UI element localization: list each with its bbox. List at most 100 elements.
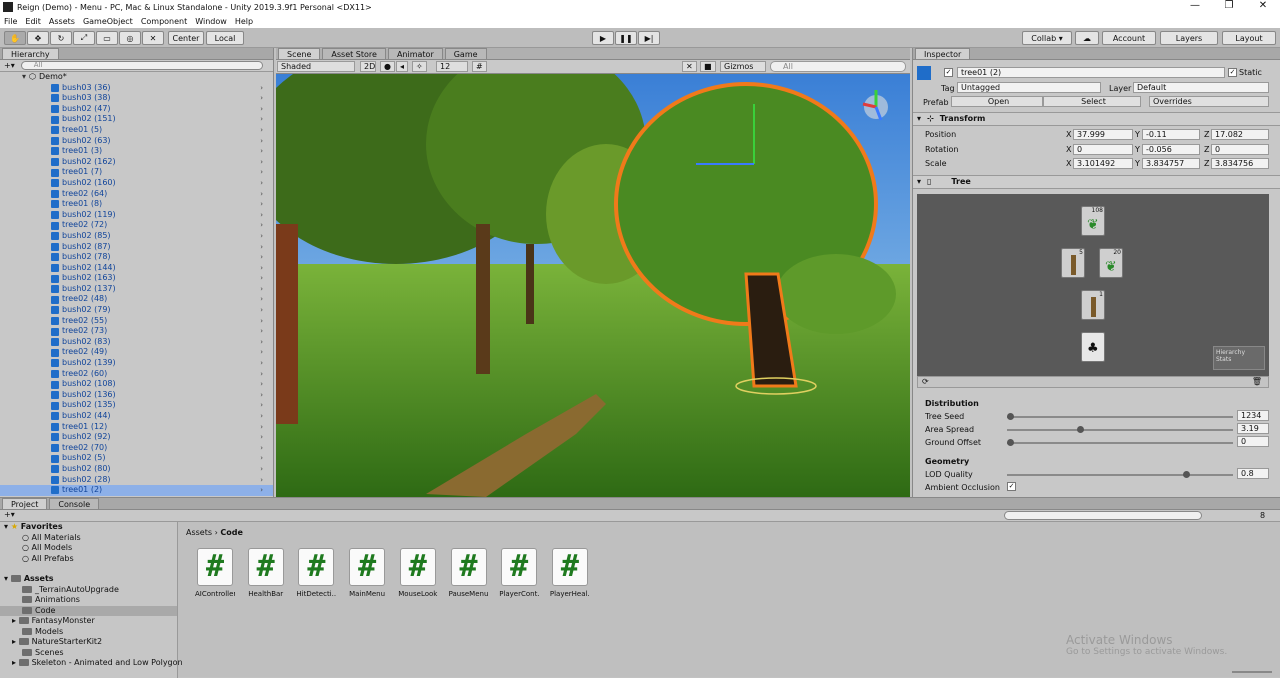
hierarchy-item[interactable]: bush03 (36) ›: [0, 83, 273, 94]
open-prefab-icon[interactable]: ›: [260, 178, 263, 189]
hierarchy-item[interactable]: bush02 (135) ›: [0, 400, 273, 411]
collab-button[interactable]: Collab ▾: [1022, 31, 1072, 45]
scene-viewport[interactable]: [276, 74, 910, 497]
open-prefab-icon[interactable]: ›: [260, 125, 263, 136]
hierarchy-search-input[interactable]: All: [20, 61, 263, 70]
hierarchy-item[interactable]: bush02 (44) ›: [0, 411, 273, 422]
open-prefab-icon[interactable]: ›: [260, 464, 263, 475]
menu-assets[interactable]: Assets: [45, 17, 79, 26]
open-prefab-icon[interactable]: ›: [260, 294, 263, 305]
tab-inspector[interactable]: Inspector: [915, 48, 971, 59]
collapse-icon[interactable]: ▾: [22, 72, 26, 83]
delete-icon[interactable]: 🗑: [1252, 377, 1262, 386]
favorites-header[interactable]: ▾ ★ Favorites: [0, 522, 177, 533]
layer-dropdown[interactable]: Default: [1133, 82, 1269, 93]
open-prefab-icon[interactable]: ›: [260, 358, 263, 369]
layout-button[interactable]: Layout: [1222, 31, 1276, 45]
lighting-icon[interactable]: ●: [380, 61, 395, 72]
open-prefab-icon[interactable]: ›: [260, 146, 263, 157]
hand-tool-button[interactable]: ✋: [4, 31, 26, 45]
folder-item-selected[interactable]: Code: [0, 605, 177, 616]
hierarchy-item[interactable]: bush02 (79) ›: [0, 305, 273, 316]
rotation-y-field[interactable]: -0.056: [1142, 144, 1200, 155]
tree-graph[interactable]: 108 ❦ 5 20 ❦ 1 ♣ Hierarchy Stats: [917, 194, 1269, 376]
hierarchy-item[interactable]: tree01 (2) ›: [0, 485, 273, 496]
branch-node[interactable]: 5: [1061, 248, 1085, 278]
hierarchy-item[interactable]: tree01 (12) ›: [0, 422, 273, 433]
open-prefab-icon[interactable]: ›: [260, 369, 263, 380]
transform-header[interactable]: ▾ ⊹ Transform: [913, 112, 1280, 126]
open-prefab-icon[interactable]: ›: [260, 453, 263, 464]
menu-help[interactable]: Help: [231, 17, 257, 26]
hierarchy-item[interactable]: tree02 (55) ›: [0, 316, 273, 327]
hierarchy-item[interactable]: tree02 (70) ›: [0, 443, 273, 454]
script-asset[interactable]: # HealthBar: [246, 548, 286, 598]
menu-component[interactable]: Component: [137, 17, 191, 26]
hidden-layers-counter[interactable]: 12: [436, 61, 468, 72]
hierarchy-item[interactable]: tree01 (3) ›: [0, 146, 273, 157]
hierarchy-item[interactable]: bush02 (87) ›: [0, 242, 273, 253]
open-prefab-icon[interactable]: ›: [260, 136, 263, 147]
layers-button[interactable]: Layers: [1160, 31, 1218, 45]
scale-z-field[interactable]: 3.834756: [1211, 158, 1269, 169]
favorite-item[interactable]: ○ All Materials: [0, 533, 177, 544]
tab-console[interactable]: Console: [49, 498, 100, 509]
tree-seed-slider[interactable]: [1007, 413, 1233, 420]
position-x-field[interactable]: 37.999: [1073, 129, 1133, 140]
open-prefab-icon[interactable]: ›: [260, 400, 263, 411]
collapse-icon[interactable]: ▾: [4, 574, 8, 583]
expand-icon[interactable]: ▸: [12, 616, 16, 625]
tab-hierarchy[interactable]: Hierarchy: [2, 48, 59, 59]
breadcrumb-code[interactable]: Code: [220, 528, 243, 537]
menu-window[interactable]: Window: [191, 17, 231, 26]
hierarchy-item[interactable]: tree02 (48) ›: [0, 294, 273, 305]
hierarchy-item[interactable]: bush03 (38) ›: [0, 93, 273, 104]
folder-item[interactable]: ▸ FantasyMonster: [0, 616, 177, 627]
open-prefab-icon[interactable]: ›: [260, 305, 263, 316]
hierarchy-item[interactable]: bush02 (139) ›: [0, 358, 273, 369]
open-prefab-icon[interactable]: ›: [260, 263, 263, 274]
object-name-field[interactable]: tree01 (2): [957, 67, 1225, 78]
tree-seed-field[interactable]: 1234: [1237, 410, 1269, 421]
open-prefab-icon[interactable]: ›: [260, 167, 263, 178]
open-prefab-icon[interactable]: ›: [260, 326, 263, 337]
hierarchy-item[interactable]: bush02 (162) ›: [0, 157, 273, 168]
leaves-node[interactable]: 108 ❦: [1081, 206, 1105, 236]
create-icon[interactable]: +▾: [4, 510, 15, 519]
lod-quality-slider[interactable]: [1007, 471, 1233, 478]
hierarchy-item[interactable]: bush02 (151) ›: [0, 114, 273, 125]
prefab-overrides-dropdown[interactable]: Overrides: [1149, 96, 1269, 107]
open-prefab-icon[interactable]: ›: [260, 210, 263, 221]
tools-icon[interactable]: ✕: [682, 61, 697, 72]
script-asset[interactable]: # MouseLook: [398, 548, 438, 598]
rotation-x-field[interactable]: 0: [1073, 144, 1133, 155]
open-prefab-icon[interactable]: ›: [260, 347, 263, 358]
minimize-button[interactable]: —: [1178, 0, 1212, 14]
transform-tool-button[interactable]: ◎: [119, 31, 141, 45]
ground-offset-slider[interactable]: [1007, 439, 1233, 446]
pivot-center-button[interactable]: Center: [168, 31, 204, 45]
open-prefab-icon[interactable]: ›: [260, 104, 263, 115]
move-tool-button[interactable]: ✥: [27, 31, 49, 45]
hierarchy-item[interactable]: bush02 (85) ›: [0, 231, 273, 242]
tab-game[interactable]: Game: [444, 48, 487, 59]
open-prefab-icon[interactable]: ›: [260, 114, 263, 125]
prefab-select-button[interactable]: Select: [1043, 96, 1141, 107]
open-prefab-icon[interactable]: ›: [260, 411, 263, 422]
script-asset[interactable]: # PauseMenu: [449, 548, 489, 598]
open-prefab-icon[interactable]: ›: [260, 199, 263, 210]
static-checkbox[interactable]: ✓: [1228, 68, 1237, 77]
hierarchy-item[interactable]: tree02 (72) ›: [0, 220, 273, 231]
hierarchy-item[interactable]: tree01 (7) ›: [0, 167, 273, 178]
hierarchy-item[interactable]: bush02 (137) ›: [0, 284, 273, 295]
open-prefab-icon[interactable]: ›: [260, 189, 263, 200]
open-prefab-icon[interactable]: ›: [260, 242, 263, 253]
tab-asset-store[interactable]: Asset Store: [322, 48, 386, 59]
scale-x-field[interactable]: 3.101492: [1073, 158, 1133, 169]
zoom-slider[interactable]: [1232, 671, 1272, 673]
hierarchy-item[interactable]: tree02 (64) ›: [0, 189, 273, 200]
folder-item[interactable]: ▸ Skeleton - Animated and Low Polygon: [0, 658, 183, 669]
hierarchy-item[interactable]: bush02 (136) ›: [0, 390, 273, 401]
favorite-item[interactable]: ○ All Models: [0, 543, 177, 554]
gizmos-dropdown[interactable]: Gizmos: [720, 61, 766, 72]
